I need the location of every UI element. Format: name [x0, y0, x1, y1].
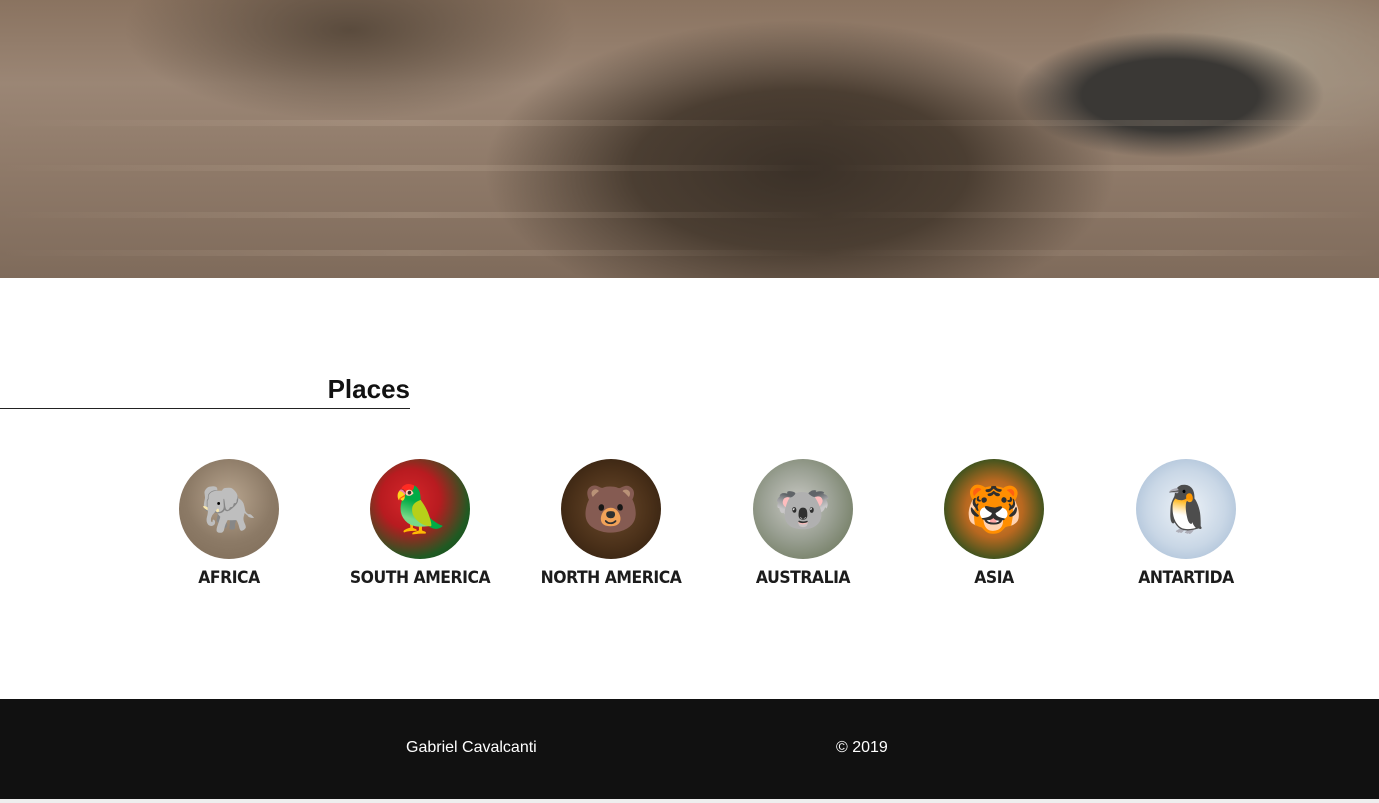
hero-water-ripple	[0, 165, 1379, 171]
hero-water-ripple	[0, 212, 1379, 218]
parrot-icon[interactable]: 🦜	[370, 459, 470, 559]
places-heading: Places	[0, 372, 410, 409]
elephant-icon[interactable]: 🐘	[179, 459, 279, 559]
place-label[interactable]: Australia	[711, 568, 895, 588]
place-asia[interactable]: 🐯 Asia	[894, 459, 1094, 588]
place-label[interactable]: South America	[328, 568, 512, 588]
place-label[interactable]: Africa	[137, 568, 321, 588]
place-label[interactable]: Asia	[902, 568, 1086, 588]
hero-banner-image	[0, 0, 1379, 278]
koala-icon[interactable]: 🐨	[753, 459, 853, 559]
footer: Gabriel Cavalcanti © 2019	[0, 699, 1379, 799]
penguin-icon[interactable]: 🐧	[1136, 459, 1236, 559]
place-south-america[interactable]: 🦜 South America	[320, 459, 520, 588]
bear-icon[interactable]: 🐻	[561, 459, 661, 559]
places-list: 🐘 Africa 🦜 South America 🐻 North America…	[0, 459, 1379, 599]
place-australia[interactable]: 🐨 Australia	[703, 459, 903, 588]
footer-copyright: © 2019	[836, 739, 888, 756]
footer-author: Gabriel Cavalcanti	[406, 739, 537, 756]
place-antartida[interactable]: 🐧 Antartida	[1086, 459, 1286, 588]
hero-water-ripple	[0, 120, 1379, 126]
hero-water-ripple	[0, 250, 1379, 256]
place-africa[interactable]: 🐘 Africa	[129, 459, 329, 588]
page-bottom-edge	[0, 799, 1379, 803]
place-label[interactable]: Antartida	[1094, 568, 1278, 588]
place-label[interactable]: North America	[519, 568, 703, 588]
place-north-america[interactable]: 🐻 North America	[511, 459, 711, 588]
tiger-icon[interactable]: 🐯	[944, 459, 1044, 559]
